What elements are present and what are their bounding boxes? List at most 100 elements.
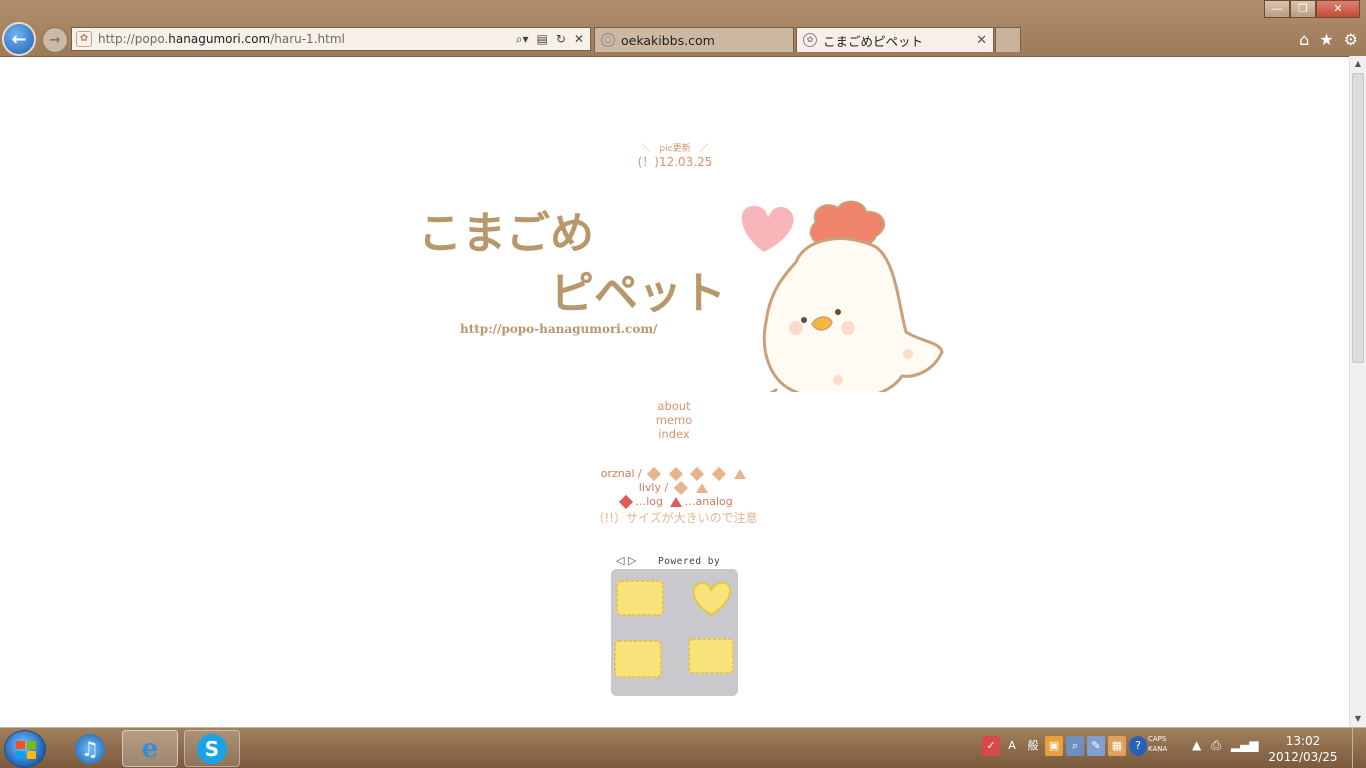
taskbar-skype[interactable]: S: [184, 730, 240, 767]
close-icon[interactable]: ✕: [1316, 0, 1360, 18]
internet-explorer-icon: e: [141, 733, 159, 764]
ime-dictionary-icon[interactable]: ▣: [1045, 736, 1063, 756]
taskbar-internet-explorer[interactable]: e: [122, 730, 178, 767]
network-device-icon[interactable]: ⎙: [1211, 738, 1221, 753]
help-icon[interactable]: ?: [1129, 736, 1147, 756]
update-date-link[interactable]: (！)12.03.25: [630, 153, 720, 170]
tab-komagome-pipette[interactable]: ✿ こまごめピペット ✕: [796, 27, 994, 52]
browser-chrome: — ❐ ✕ ← → ✿ http://popo. hanagumori.com/h…: [0, 0, 1366, 56]
itunes-icon: ♫: [75, 733, 105, 764]
tab-label: こまごめピペット: [823, 33, 924, 49]
ime-search-icon[interactable]: ⌕: [1066, 736, 1084, 756]
chick-leg-left: [769, 388, 778, 392]
antivirus-icon[interactable]: ✓: [982, 736, 1000, 756]
widget-nav-arrows[interactable]: ◁ ▷: [616, 554, 636, 567]
ime-tool-icon[interactable]: ✎: [1087, 736, 1105, 756]
gallery-log-link[interactable]: [647, 466, 662, 482]
notification-area: ▲ ⎙ ▂▄▆: [1192, 738, 1259, 753]
forward-button[interactable]: →: [42, 27, 68, 53]
scroll-down-icon[interactable]: ▼: [1350, 711, 1366, 727]
system-tray: ✓ A 般 ▣ ⌕ ✎ ▦ ?: [982, 736, 1147, 756]
chick-eye-left: [801, 317, 807, 323]
page-viewport: ＼ pic更新 ／ (！)12.03.25 こまごめ ピペット http://p…: [0, 56, 1349, 727]
taskbar-itunes[interactable]: ♫: [62, 730, 118, 767]
windows-logo-icon: [16, 741, 36, 759]
heart-icon: [741, 205, 794, 252]
caps-kana-indicator: CAPS KANA: [1148, 734, 1167, 754]
gallery-analog-link[interactable]: [734, 469, 747, 479]
site-title-line2: ピペット: [550, 268, 726, 319]
compat-view-icon[interactable]: ▤: [537, 32, 548, 47]
clock-date: 2012/03/25: [1268, 750, 1338, 764]
show-desktop-button[interactable]: [1352, 728, 1366, 768]
home-icon[interactable]: ⌂: [1299, 30, 1309, 49]
chick-body: [762, 237, 944, 392]
tab-oekakibbs[interactable]: ○ oekakibbs.com: [594, 27, 794, 52]
clock[interactable]: 13:02 2012/03/25: [1268, 733, 1338, 765]
chick-cheek: [789, 321, 803, 335]
site-title-line1: こまごめ: [418, 208, 594, 259]
new-tab-button[interactable]: [995, 27, 1021, 52]
nav-link-index[interactable]: index: [620, 427, 728, 441]
gallery-row-livly: livly /: [560, 480, 790, 496]
ime-pad-icon[interactable]: ▦: [1108, 736, 1126, 756]
site-favicon-icon: ✿: [803, 33, 817, 47]
gallery-log-link[interactable]: [690, 466, 705, 482]
nav-link-memo[interactable]: memo: [620, 413, 728, 427]
gallery-legend: …log …analog: [560, 494, 790, 510]
window-controls: — ❐ ✕: [1264, 0, 1360, 18]
gallery-analog-link[interactable]: [696, 483, 709, 493]
refresh-icon[interactable]: ↻: [556, 32, 566, 47]
skype-icon: S: [197, 733, 227, 764]
chick-cheek: [841, 321, 855, 335]
gallery-label-livly: livly /: [638, 481, 669, 494]
ime-kanji-icon[interactable]: 般: [1024, 736, 1042, 756]
site-url-text: http://popo-hanagumori.com/: [460, 322, 658, 336]
cookie-rect: [688, 638, 734, 674]
ime-mode-icon[interactable]: A: [1003, 736, 1021, 756]
kana-label: KANA: [1148, 745, 1168, 753]
start-button[interactable]: [4, 730, 46, 768]
minimize-icon[interactable]: —: [1264, 0, 1290, 18]
tab-close-icon[interactable]: ✕: [976, 33, 987, 48]
tools-icon[interactable]: ⚙: [1344, 30, 1358, 49]
diamond-icon: [619, 494, 634, 510]
chick-eye-right: [835, 309, 841, 315]
signal-strength-icon[interactable]: ▂▄▆: [1231, 738, 1259, 753]
size-warning: （!!）サイズが大きいので注意: [592, 511, 758, 525]
cookie-rect: [614, 640, 662, 678]
gallery-log-link[interactable]: [711, 466, 726, 482]
legend-log: …log: [635, 495, 664, 508]
forward-icon: →: [49, 32, 61, 48]
maximize-icon[interactable]: ❐: [1290, 0, 1316, 18]
cookies-photo: [611, 569, 738, 696]
address-tools: ⌕▾ ▤ ↻ ✕: [516, 32, 590, 47]
gallery-row-orznal: orznal /: [560, 466, 790, 482]
chick-illustration: [741, 200, 944, 392]
gallery-log-link[interactable]: [673, 480, 688, 496]
widget-photo[interactable]: [611, 569, 738, 696]
triangle-icon: [669, 497, 682, 507]
scroll-up-icon[interactable]: ▲: [1350, 56, 1366, 72]
address-bar[interactable]: ✿ http://popo. hanagumori.com/haru-1.html…: [71, 27, 591, 51]
widget-powered-by: Powered by: [658, 556, 721, 567]
vertical-scrollbar[interactable]: ▲ ▼: [1349, 56, 1366, 727]
legend-analog: …analog: [684, 495, 733, 508]
gallery-label-orznal: orznal /: [600, 467, 642, 480]
cookie-rect: [616, 580, 664, 616]
address-path: /haru-1.html: [270, 32, 345, 46]
site-favicon-icon: ✿: [76, 31, 92, 47]
browser-right-icons: ⌂ ★ ⚙: [1299, 30, 1358, 49]
caps-label: CAPS: [1148, 735, 1167, 743]
nav-link-about[interactable]: about: [620, 399, 728, 413]
back-button[interactable]: ←: [2, 22, 36, 56]
loading-icon: ○: [601, 33, 615, 47]
show-hidden-icons-icon[interactable]: ▲: [1192, 738, 1201, 753]
favorites-icon[interactable]: ★: [1319, 30, 1333, 49]
stop-icon[interactable]: ✕: [574, 32, 584, 47]
search-icon[interactable]: ⌕▾: [516, 32, 529, 47]
back-icon: ←: [11, 28, 27, 50]
gallery-log-link[interactable]: [668, 466, 683, 482]
address-prefix: http://popo.: [98, 32, 169, 46]
scroll-thumb[interactable]: [1352, 73, 1364, 363]
